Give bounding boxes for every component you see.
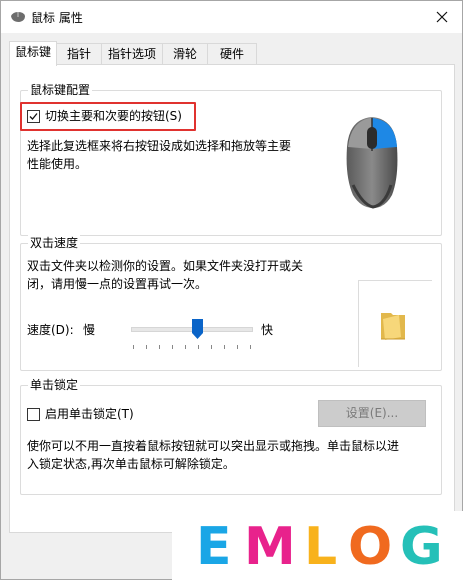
double-click-description-line2: 闭，请用慢一点的设置再试一次。 (27, 277, 208, 291)
slider-tick (146, 345, 147, 349)
slider-tick (185, 345, 186, 349)
button-config-title: 鼠标键配置 (28, 82, 93, 98)
click-lock-checkbox[interactable] (27, 408, 40, 421)
window-title: 鼠标 属性 (31, 11, 83, 25)
slider-tick (172, 345, 173, 349)
double-click-description-line1: 双击文件夹以检测你的设置。如果文件夹没打开或关 (27, 259, 304, 273)
close-icon (436, 11, 448, 23)
click-lock-group: 单击锁定 启用单击锁定(T) 设置(E)... 使你可以不用一直按着鼠标按钮就可… (20, 377, 442, 495)
tab-pointer-options[interactable]: 指针选项 (101, 43, 163, 65)
mouse-icon (11, 12, 25, 22)
slider-tick (250, 345, 251, 349)
tab-wheel[interactable]: 滑轮 (162, 43, 208, 65)
checkmark-icon (29, 113, 38, 120)
click-lock-description-line2: 入锁定状态,再次单击鼠标可解除锁定。 (27, 457, 235, 471)
watermark-letter: M (244, 517, 296, 577)
speed-label: 速度(D): (27, 323, 74, 337)
slider-tick (224, 345, 225, 349)
double-click-title: 双击速度 (28, 235, 81, 251)
slider-tick (211, 345, 212, 349)
slow-label: 慢 (83, 323, 96, 337)
tab-buttons[interactable]: 鼠标键 (9, 41, 57, 66)
button-config-group: 鼠标键配置 切换主要和次要的按钮(S) 选择此复选框来将右按钮设成如选择和拖放等… (20, 82, 442, 236)
watermark-letter: E (196, 517, 232, 577)
click-lock-settings-button[interactable]: 设置(E)... (318, 400, 426, 427)
slider-tick (133, 345, 134, 349)
tab-panel-buttons: 鼠标键配置 切换主要和次要的按钮(S) 选择此复选框来将右按钮设成如选择和拖放等… (9, 64, 455, 533)
tab-pointers[interactable]: 指针 (56, 43, 102, 65)
title-bar[interactable]: 鼠标 属性 (1, 1, 462, 33)
mouse-properties-window: 鼠标 属性 鼠标键 指针 指针选项 滑轮 硬件 鼠标键配置 切换主要和次要的按钮… (0, 0, 463, 580)
watermark-letter: L (304, 517, 338, 577)
button-config-description-line2: 性能使用。 (27, 157, 88, 171)
mouse-image (346, 117, 398, 209)
double-click-speed-slider[interactable] (131, 319, 253, 352)
click-lock-title: 单击锁定 (28, 377, 81, 393)
fast-label: 快 (261, 323, 274, 337)
double-click-group: 双击速度 双击文件夹以检测你的设置。如果文件夹没打开或关 闭，请用慢一点的设置再… (20, 235, 442, 371)
emlog-watermark: E M L O G (172, 511, 463, 580)
slider-thumb[interactable] (191, 319, 203, 339)
folder-icon[interactable] (379, 309, 407, 341)
click-lock-label[interactable]: 启用单击锁定(T) (45, 405, 134, 423)
slider-tick (237, 345, 238, 349)
watermark-letter: O (348, 517, 393, 577)
close-button[interactable] (422, 1, 462, 33)
double-click-test-area[interactable] (358, 280, 432, 367)
slider-tick (159, 345, 160, 349)
watermark-letter: G (400, 517, 443, 577)
switch-buttons-label[interactable]: 切换主要和次要的按钮(S) (45, 107, 182, 125)
button-config-description-line1: 选择此复选框来将右按钮设成如选择和拖放等主要 (27, 139, 292, 153)
tab-hardware[interactable]: 硬件 (207, 43, 257, 65)
slider-tick (198, 345, 199, 349)
switch-buttons-checkbox[interactable] (27, 110, 40, 123)
click-lock-description-line1: 使你可以不用一直按着鼠标按钮就可以突出显示或拖拽。单击鼠标以进 (27, 439, 400, 453)
